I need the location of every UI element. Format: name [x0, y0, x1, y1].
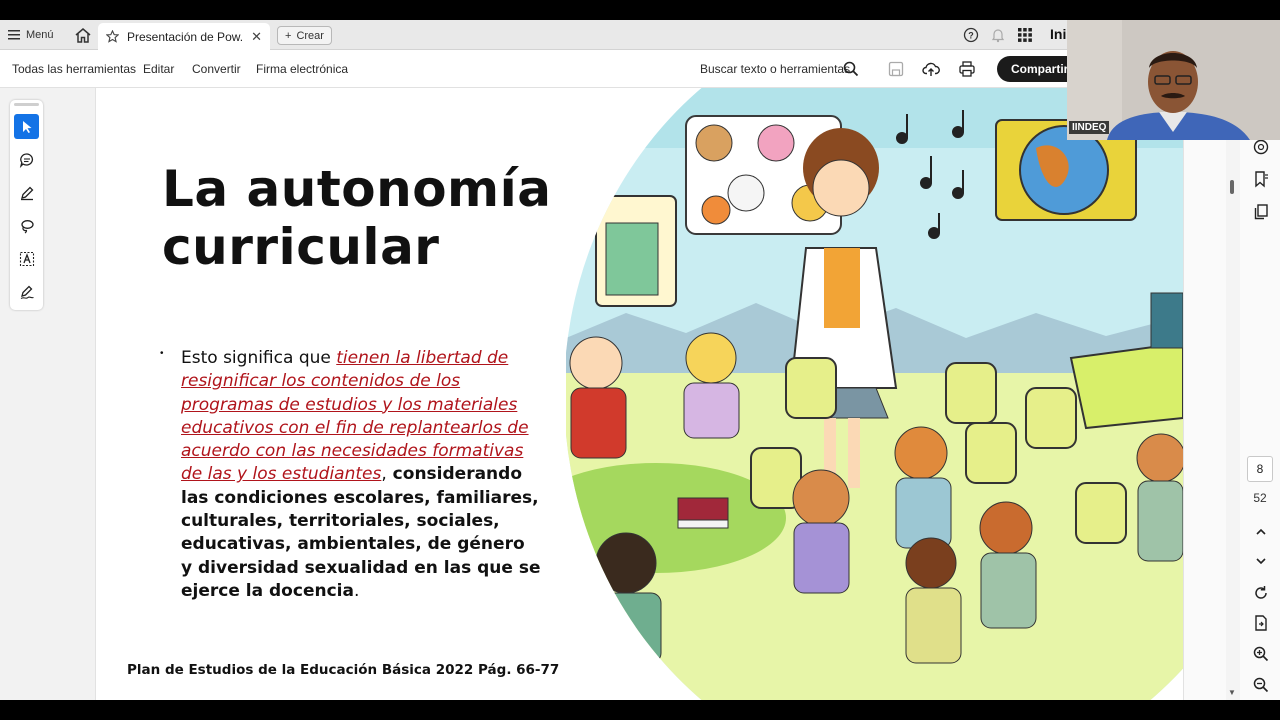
- toolbar-edit[interactable]: Editar: [143, 62, 174, 76]
- total-pages-label: 52: [1253, 491, 1267, 505]
- home-button[interactable]: [72, 24, 94, 46]
- upload-cloud-icon[interactable]: [922, 60, 940, 78]
- slide-footer-reference: Plan de Estudios de la Educación Básica …: [127, 662, 560, 678]
- zoom-in-icon[interactable]: [1252, 645, 1270, 663]
- bottom-black-bar: [0, 700, 1280, 720]
- toolstrip-grip[interactable]: [14, 103, 39, 106]
- bullet-marker: •: [160, 348, 164, 359]
- body-emphasis: considerando las condiciones escolares, …: [181, 464, 541, 601]
- text-select-tool-button[interactable]: [14, 246, 39, 271]
- sign-in-link[interactable]: Ini: [1050, 26, 1066, 42]
- menu-button[interactable]: Menú: [8, 25, 54, 45]
- home-icon: [75, 27, 91, 43]
- slide-title-line-2: curricular: [162, 218, 440, 276]
- toolbar-convert[interactable]: Convertir: [192, 62, 241, 76]
- sign-tool-button[interactable]: [14, 279, 39, 304]
- scroll-down-arrow-icon[interactable]: ▼: [1228, 688, 1236, 697]
- scrollbar-thumb[interactable]: [1230, 180, 1234, 194]
- save-icon[interactable]: [887, 60, 905, 78]
- webcam-participant-name: IINDEQ: [1069, 121, 1110, 134]
- toolbar-e-signature[interactable]: Firma electrónica: [256, 62, 348, 76]
- classroom-illustration: [566, 88, 1183, 700]
- menu-label: Menú: [26, 29, 54, 41]
- lasso-icon: [20, 219, 34, 233]
- slide-title: La autonomía curricular: [162, 160, 582, 276]
- bell-icon[interactable]: [990, 27, 1006, 43]
- vertical-scrollbar[interactable]: ▼: [1226, 88, 1240, 700]
- print-icon[interactable]: [958, 60, 976, 78]
- select-cursor-icon: [22, 120, 31, 133]
- chevron-down-icon[interactable]: [1252, 552, 1270, 570]
- plus-icon: +: [285, 29, 292, 42]
- draw-tool-button[interactable]: [14, 180, 39, 205]
- left-tools-panel: [0, 88, 96, 700]
- svg-text:?: ?: [968, 31, 974, 41]
- hamburger-icon: [8, 30, 20, 40]
- webcam-video-overlay: IINDEQ: [1067, 20, 1280, 140]
- body-lead: Esto significa que: [181, 348, 337, 368]
- tab-title: Presentación de Pow...: [127, 29, 244, 44]
- app-window: Menú Presentación de Pow... ✕ + Crear ? …: [0, 0, 1280, 720]
- document-tab[interactable]: Presentación de Pow... ✕: [98, 23, 270, 50]
- comment-icon: [19, 152, 33, 168]
- bookmark-icon[interactable]: [1252, 170, 1270, 188]
- search-tools-field[interactable]: Buscar texto o herramientas: [700, 62, 850, 76]
- current-page-input[interactable]: 8: [1247, 456, 1273, 482]
- pages-icon[interactable]: [1252, 203, 1270, 221]
- refresh-icon[interactable]: [1252, 584, 1270, 602]
- text-select-icon: [19, 251, 34, 266]
- close-tab-icon[interactable]: ✕: [251, 29, 262, 45]
- quick-tools-strip: [10, 100, 43, 310]
- body-period: .: [353, 580, 360, 601]
- chevron-up-icon[interactable]: [1252, 523, 1270, 541]
- slide-title-line-1: La autonomía: [162, 160, 552, 218]
- pen-icon: [20, 186, 33, 200]
- create-button[interactable]: + Crear: [277, 26, 332, 45]
- search-icon[interactable]: [842, 60, 860, 78]
- create-label: Crear: [296, 29, 324, 42]
- sign-icon: [20, 285, 34, 299]
- help-icon[interactable]: ?: [963, 27, 979, 43]
- ai-assistant-icon[interactable]: [1252, 138, 1270, 156]
- file-export-icon[interactable]: [1252, 614, 1270, 632]
- apps-grid-icon[interactable]: [1017, 27, 1033, 43]
- toolbar-all-tools[interactable]: Todas las herramientas: [12, 62, 136, 76]
- lasso-tool-button[interactable]: [14, 213, 39, 238]
- document-page: La autonomía curricular • Esto significa…: [96, 88, 1183, 700]
- slide-body-text: Esto significa que tienen la libertad de…: [181, 347, 541, 603]
- select-tool-button[interactable]: [14, 114, 39, 139]
- star-icon[interactable]: [106, 30, 119, 43]
- comment-tool-button[interactable]: [14, 147, 39, 172]
- zoom-out-icon[interactable]: [1252, 676, 1270, 694]
